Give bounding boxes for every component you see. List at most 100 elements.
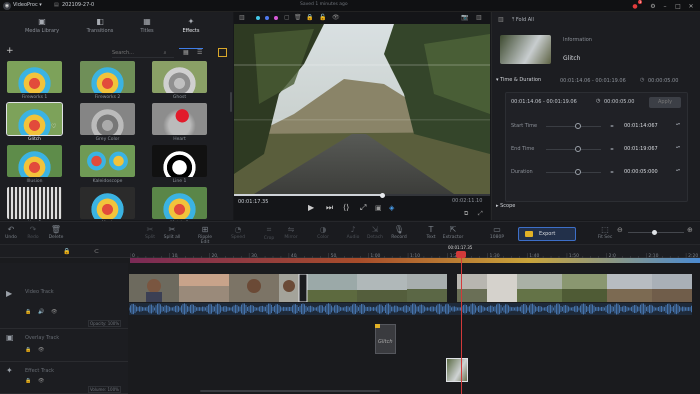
track-visibility-icon[interactable]: 👁 (51, 309, 57, 315)
trash-icon[interactable]: 🗑 (294, 14, 302, 21)
video-clip-strip[interactable] (129, 273, 692, 303)
step-back-icon[interactable]: ▶ (308, 203, 314, 212)
tab-transitions[interactable]: ◧ Transitions (75, 17, 125, 47)
end-slider-handle[interactable] (575, 146, 581, 152)
tool-record[interactable]: 🎙 Record (388, 225, 410, 240)
start-slider[interactable] (546, 126, 601, 127)
end-spin-icon[interactable]: ▴▾ (676, 144, 680, 149)
end-time-value[interactable]: 00:01:19:067 (624, 146, 658, 152)
panel-collapse-icon[interactable]: ▥ (498, 16, 504, 23)
preview-progress[interactable] (234, 192, 490, 198)
unlock-icon[interactable]: 🔓 (319, 14, 326, 21)
preview-progress-handle[interactable] (379, 192, 385, 198)
prev-next-icon[interactable]: ⟨⟩ (343, 203, 349, 212)
effect-thumb-matrix-1[interactable] (152, 187, 207, 219)
tool-ripple-edit[interactable]: ⊞ Ripple Edit (194, 225, 216, 245)
start-steppers[interactable]: ◂▸ (610, 123, 614, 128)
zoom-in-icon[interactable]: ⊕ (687, 226, 693, 234)
effect-thumb-kaleidoscope[interactable] (80, 145, 135, 177)
color-dot-pink[interactable] (274, 16, 278, 20)
color-dot-blue[interactable] (265, 16, 269, 20)
playhead-handle[interactable] (456, 251, 466, 258)
tool-text[interactable]: T Text (420, 225, 442, 240)
tab-media-library[interactable]: ▣ Media Library (17, 17, 67, 47)
effect-thumb-fireworks-2[interactable] (80, 61, 135, 93)
tool-undo[interactable]: ↶ Undo (0, 225, 22, 240)
grid-view-icon[interactable]: ▦ (183, 49, 189, 56)
expand-icon[interactable]: ⤢ (478, 210, 483, 218)
tab-effects[interactable]: ✦ Effects (166, 17, 216, 49)
opacity-badge[interactable]: Opacity: 100% (88, 320, 122, 327)
snapshot-icon[interactable]: 📷 (461, 14, 468, 21)
start-time-value[interactable]: 00:01:14:067 (624, 123, 658, 129)
duration-spin-icon[interactable]: ▴▾ (676, 167, 680, 172)
duration-slider-handle[interactable] (575, 169, 581, 175)
track-visibility-icon[interactable]: 👁 (38, 347, 44, 353)
track-lock-icon[interactable]: 🔒 (25, 378, 31, 384)
start-slider-handle[interactable] (575, 123, 581, 129)
tool-split[interactable]: ✂ Split (139, 225, 161, 240)
tool-extractor[interactable]: ⇱ Extractor (442, 225, 464, 240)
tool-1080p[interactable]: ▭ 1080P (486, 225, 508, 240)
search-input[interactable] (112, 49, 162, 57)
effect-thumb-ghost[interactable] (152, 61, 207, 93)
effect-thumb-line-2[interactable] (7, 187, 62, 219)
tool-detach[interactable]: ⇲ Detach (364, 225, 386, 240)
zoom-out-icon[interactable]: ⊖ (617, 226, 623, 234)
effect-thumb-line-1[interactable] (152, 145, 207, 177)
effect-thumb-heart[interactable] (152, 103, 207, 135)
magnet-icon[interactable]: ⊂ (94, 248, 99, 255)
audio-waveform[interactable] (128, 303, 692, 315)
panel-right-icon[interactable]: ▥ (476, 14, 482, 21)
effect-thumb-grey-color[interactable] (80, 103, 135, 135)
tool-fit-sec[interactable]: ⬚ Fit Sec (594, 225, 616, 240)
export-button[interactable]: Export (518, 227, 576, 241)
play-icon[interactable]: ⏭ (326, 203, 333, 213)
scope-section-header[interactable]: ▸ Scope (496, 203, 515, 209)
app-menu[interactable]: VideoProc ▾ (13, 2, 42, 8)
tool-speed[interactable]: ◔ Speed (227, 225, 249, 240)
compare-icon[interactable]: ⧉ (464, 210, 468, 218)
list-view-icon[interactable]: ☰ (197, 49, 202, 56)
duration-steppers[interactable]: ◂▸ (610, 169, 614, 174)
duration-slider[interactable] (546, 172, 601, 173)
close-icon[interactable]: ✕ (686, 1, 696, 11)
fold-all-button[interactable]: ⤒ Fold All (512, 17, 534, 23)
playhead-line[interactable] (461, 258, 462, 394)
effect-clip[interactable] (446, 358, 468, 382)
maximize-icon[interactable]: □ (673, 1, 683, 11)
lock-icon[interactable]: 🔒 (306, 14, 313, 21)
rect-icon[interactable]: ▢ (284, 14, 290, 21)
project-name[interactable]: 202109-27-0 (62, 2, 94, 8)
track-lock-icon[interactable]: 🔒 (25, 309, 31, 315)
track-visibility-icon[interactable]: 👁 (38, 378, 44, 384)
tool-split-all[interactable]: ✂ Split all (161, 225, 183, 240)
zoom-slider-handle[interactable] (652, 230, 657, 235)
color-dot-cyan[interactable] (256, 16, 260, 20)
fullscreen-toggle-icon[interactable]: ⤢ (360, 203, 366, 213)
duration-value[interactable]: 00:00:05:000 (624, 169, 658, 175)
favorite-icon[interactable]: ♡ (51, 123, 56, 130)
add-icon[interactable]: + (6, 46, 14, 56)
marker-icon[interactable]: ◈ (389, 204, 394, 212)
minimize-icon[interactable]: – (660, 1, 670, 11)
tool-mirror[interactable]: ⇋ Mirror (280, 225, 302, 240)
end-steppers[interactable]: ◂▸ (610, 146, 614, 151)
eye-icon[interactable]: 👁 (332, 14, 340, 21)
tool-crop[interactable]: ⌗ Crop (258, 225, 280, 241)
overlay-clip[interactable]: Glitch (375, 324, 396, 354)
effect-thumb-illusion[interactable] (7, 145, 62, 177)
panel-left-icon[interactable]: ▥ (239, 14, 245, 21)
tab-titles[interactable]: ▦ Titles (122, 17, 172, 47)
video-preview[interactable] (234, 24, 490, 194)
scrollbar[interactable] (230, 92, 232, 112)
tool-delete[interactable]: 🗑 Delete (45, 225, 67, 240)
timeline-scrollbar[interactable] (200, 390, 380, 392)
aspect-icon[interactable]: ▣ (375, 204, 382, 212)
effect-thumb-glitch[interactable]: ♡ (6, 102, 63, 136)
volume-badge[interactable]: Volume: 100% (88, 386, 121, 393)
effect-thumb-mask[interactable] (80, 187, 135, 219)
time-ruler[interactable]: 0 10 20 30 40 50 1:00 1:10 1:20 1:30 1:40 1:50 2:0 2:… (130, 245, 700, 263)
tool-color[interactable]: ◑ Color (312, 225, 334, 240)
track-lock-icon[interactable]: 🔒 (25, 347, 31, 353)
